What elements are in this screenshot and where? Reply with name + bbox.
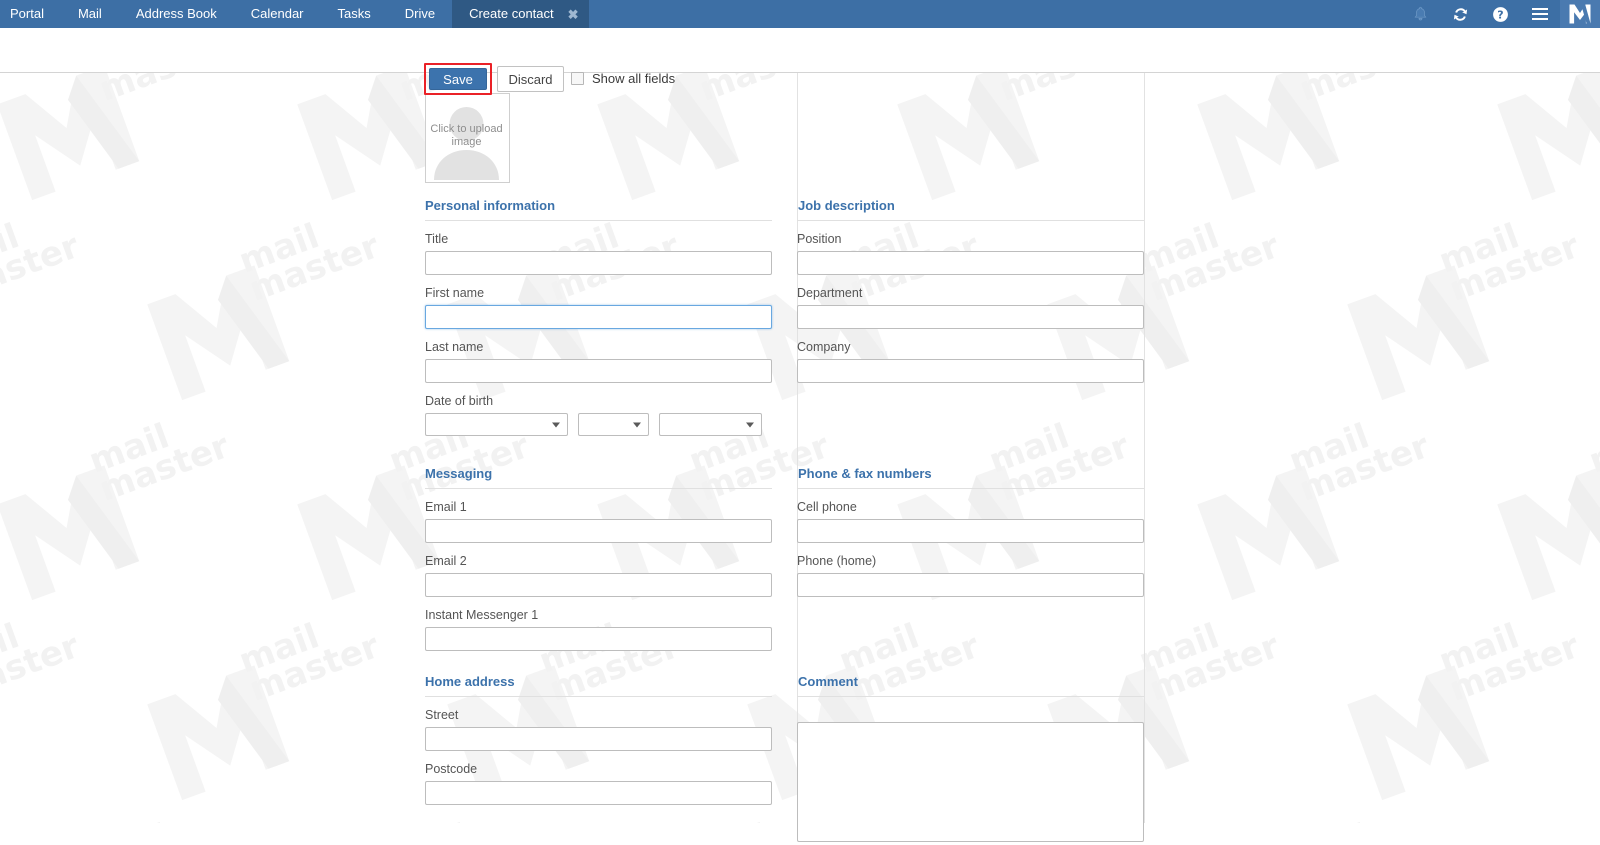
avatar-upload-box[interactable]: Click to upload image — [425, 93, 510, 183]
nav-tab-mail[interactable]: Mail — [61, 0, 119, 28]
field-phone-home: Phone (home) — [797, 554, 1144, 597]
field-comment — [797, 722, 1144, 845]
nav-tab-drive[interactable]: Drive — [388, 0, 452, 28]
mailmaster-logo[interactable] — [1560, 0, 1600, 28]
field-label: First name — [425, 286, 485, 300]
bell-icon[interactable] — [1400, 0, 1440, 28]
field-label: Email 1 — [425, 500, 467, 514]
nav-tab-label: Drive — [404, 6, 436, 21]
refresh-icon[interactable] — [1440, 0, 1480, 28]
nav-tab-label: Calendar — [250, 6, 304, 21]
nav-icon-group: ? — [1400, 0, 1600, 28]
section-job-description: Job description Position Department Comp… — [797, 198, 1144, 383]
section-comment: Comment — [797, 674, 1144, 845]
field-email-2: Email 2 — [425, 554, 772, 597]
nav-tab-label: Portal — [10, 6, 44, 21]
phone-home-input[interactable] — [797, 573, 1144, 597]
postcode-input[interactable] — [425, 781, 772, 805]
field-label: Phone (home) — [797, 554, 877, 568]
last-name-input[interactable] — [425, 359, 772, 383]
field-postcode: Postcode — [425, 762, 772, 805]
first-name-input[interactable] — [425, 305, 772, 329]
department-input[interactable] — [797, 305, 1144, 329]
cell-phone-input[interactable] — [797, 519, 1144, 543]
email-2-input[interactable] — [425, 573, 772, 597]
contact-form: Click to upload image Personal informati… — [0, 73, 1600, 842]
section-title: Home address — [425, 674, 772, 697]
section-title: Phone & fax numbers — [797, 466, 1144, 489]
menu-icon[interactable] — [1520, 0, 1560, 28]
date-of-birth-row — [425, 413, 772, 436]
company-input[interactable] — [797, 359, 1144, 383]
field-label: Last name — [425, 340, 484, 354]
nav-tab-calendar[interactable]: Calendar — [234, 0, 321, 28]
section-personal-information: Personal information Title First name La… — [425, 198, 772, 436]
show-all-fields-label: Show all fields — [592, 71, 676, 86]
field-position: Position — [797, 232, 1144, 275]
show-all-fields-checkbox[interactable] — [571, 72, 584, 85]
dob-month-select[interactable] — [578, 413, 649, 436]
field-label: Postcode — [425, 762, 478, 776]
email-1-input[interactable] — [425, 519, 772, 543]
discard-button[interactable]: Discard — [497, 66, 564, 92]
field-label: Title — [425, 232, 449, 246]
nav-tab-label: Tasks — [337, 6, 371, 21]
field-label: Position — [797, 232, 842, 246]
field-email-1: Email 1 — [425, 500, 772, 543]
dob-year-select[interactable] — [659, 413, 762, 436]
field-company: Company — [797, 340, 1144, 383]
field-instant-messenger-1: Instant Messenger 1 — [425, 608, 772, 651]
section-title: Comment — [797, 674, 1144, 697]
show-all-fields-toggle[interactable]: Show all fields — [571, 71, 675, 86]
field-street: Street — [425, 708, 772, 751]
position-input[interactable] — [797, 251, 1144, 275]
comment-textarea[interactable] — [797, 722, 1144, 842]
save-button-highlight: Save — [424, 63, 492, 95]
close-icon[interactable]: ✖ — [568, 8, 579, 21]
action-toolbar: Save Discard Show all fields — [0, 28, 1600, 95]
nav-tab-portal[interactable]: Portal — [0, 0, 61, 28]
nav-tab-tasks[interactable]: Tasks — [321, 0, 388, 28]
chevron-down-icon — [552, 422, 560, 427]
chevron-down-icon — [746, 422, 754, 427]
field-last-name: Last name — [425, 340, 772, 383]
street-input[interactable] — [425, 727, 772, 751]
section-title: Job description — [797, 198, 1144, 221]
field-department: Department — [797, 286, 1144, 329]
top-navigation-bar: Portal Mail Address Book Calendar Tasks … — [0, 0, 1600, 28]
help-icon[interactable]: ? — [1480, 0, 1520, 28]
nav-tab-label: Mail — [77, 6, 102, 21]
field-label: Cell phone — [797, 500, 857, 514]
field-first-name: First name — [425, 286, 772, 329]
section-title: Messaging — [425, 466, 772, 489]
nav-tab-create-contact[interactable]: Create contact ✖ — [452, 0, 589, 28]
dob-day-select[interactable] — [425, 413, 568, 436]
avatar-upload-label: Click to upload image — [430, 123, 503, 148]
field-label: Company — [797, 340, 851, 354]
section-title: Personal information — [425, 198, 772, 221]
instant-messenger-1-input[interactable] — [425, 627, 772, 651]
field-cell-phone: Cell phone — [797, 500, 1144, 543]
field-date-of-birth: Date of birth — [425, 394, 772, 436]
nav-tab-label: Address Book — [135, 6, 217, 21]
svg-text:?: ? — [1497, 8, 1503, 21]
section-phone-fax-numbers: Phone & fax numbers Cell phone Phone (ho… — [797, 466, 1144, 597]
field-label: Email 2 — [425, 554, 467, 568]
field-label: Department — [797, 286, 863, 300]
chevron-down-icon — [633, 422, 641, 427]
field-label: Date of birth — [425, 394, 494, 408]
section-messaging: Messaging Email 1 Email 2 Instant Messen… — [425, 466, 772, 651]
field-label: Instant Messenger 1 — [425, 608, 539, 622]
nav-tab-address-book[interactable]: Address Book — [119, 0, 234, 28]
field-title: Title — [425, 232, 772, 275]
nav-tab-label: Create contact — [469, 6, 554, 21]
title-input[interactable] — [425, 251, 772, 275]
column-divider-right — [1144, 73, 1145, 823]
section-home-address: Home address Street Postcode — [425, 674, 772, 805]
field-label: Street — [425, 708, 459, 722]
save-button[interactable]: Save — [429, 68, 487, 90]
